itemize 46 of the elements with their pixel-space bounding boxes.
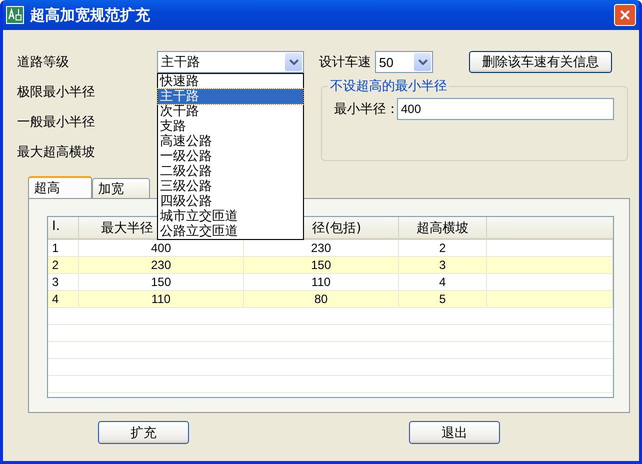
- field-label: 最大超高横坡: [17, 144, 95, 161]
- action-button[interactable]: 扩充: [98, 421, 189, 444]
- design-speed-dropdown[interactable]: 50: [375, 51, 433, 73]
- app-icon: [6, 6, 24, 24]
- field-label: 道路等级: [17, 54, 70, 71]
- column-header[interactable]: I.: [48, 217, 79, 238]
- dropdown-option[interactable]: 二级公路: [158, 164, 303, 179]
- dropdown-value: 主干路: [161, 54, 200, 71]
- action-button[interactable]: 退出: [409, 421, 500, 444]
- table-cell: 80: [244, 291, 399, 307]
- group-title: 不设超高的最小半径: [328, 77, 449, 95]
- table-cell: 5: [399, 291, 487, 307]
- table-cell: 1: [48, 240, 79, 256]
- table-cell: 3: [399, 257, 487, 273]
- dropdown-option[interactable]: 支路: [158, 119, 303, 134]
- min-radius-field[interactable]: 400: [397, 98, 614, 120]
- table-cell: 4: [399, 274, 487, 290]
- close-icon: [619, 9, 631, 21]
- table-cell: 110: [79, 291, 244, 307]
- dropdown-option[interactable]: 主干路: [158, 89, 303, 104]
- table-cell: 2: [48, 257, 79, 273]
- dropdown-option[interactable]: 高速公路: [158, 134, 303, 149]
- window-title: 超高加宽规范扩充: [30, 6, 151, 24]
- field-label: 一般最小半径: [17, 114, 95, 131]
- dropdown-option[interactable]: 三级公路: [158, 179, 303, 194]
- dropdown-option[interactable]: 次干路: [158, 104, 303, 119]
- road-grade-dropdown[interactable]: 主干路: [157, 51, 304, 73]
- delete-speed-button[interactable]: 删除该车速有关信息: [469, 51, 612, 73]
- field-label: 极限最小半径: [17, 84, 95, 101]
- field-label: 设计车速: [319, 54, 371, 71]
- table-cell: 3: [48, 274, 79, 290]
- table-cell: 4: [48, 291, 79, 307]
- table-cell: 110: [244, 274, 399, 290]
- dropdown-option[interactable]: 快速路: [158, 74, 303, 89]
- dropdown-option[interactable]: 一级公路: [158, 149, 303, 164]
- dropdown-option[interactable]: 四级公路: [158, 194, 303, 209]
- tab[interactable]: 超高: [28, 176, 92, 198]
- dropdown-value: 50: [379, 54, 394, 70]
- table-cell: 150: [79, 274, 244, 290]
- table-cell: 2: [399, 240, 487, 256]
- table-cell: 230: [79, 257, 244, 273]
- table-cell: 150: [244, 257, 399, 273]
- column-header[interactable]: 超高横坡: [399, 217, 487, 238]
- tab[interactable]: 加宽: [92, 178, 150, 198]
- close-button[interactable]: [614, 4, 636, 26]
- field-label: 最小半径：: [334, 101, 397, 118]
